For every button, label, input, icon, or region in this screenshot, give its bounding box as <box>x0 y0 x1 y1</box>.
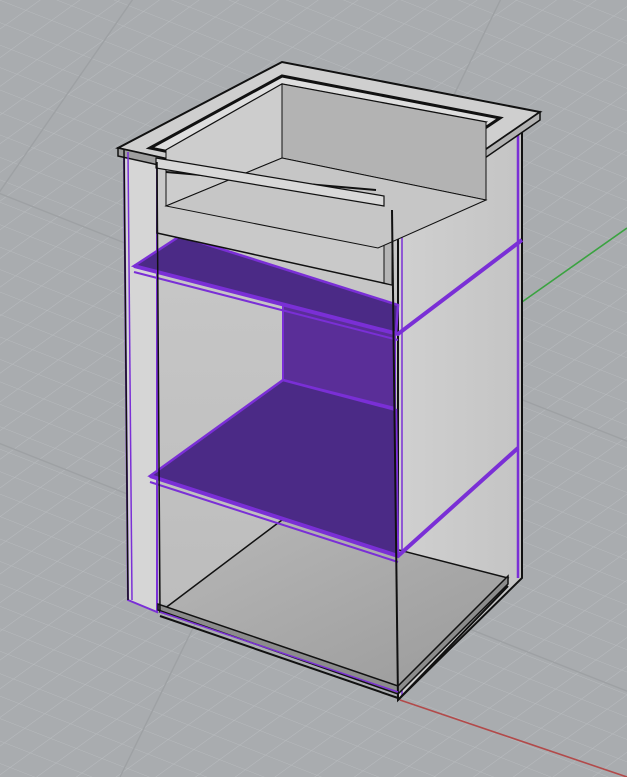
viewport-canvas[interactable] <box>0 0 627 777</box>
cabinet-model[interactable] <box>115 60 543 703</box>
rhino-perspective-viewport[interactable] <box>0 0 627 777</box>
